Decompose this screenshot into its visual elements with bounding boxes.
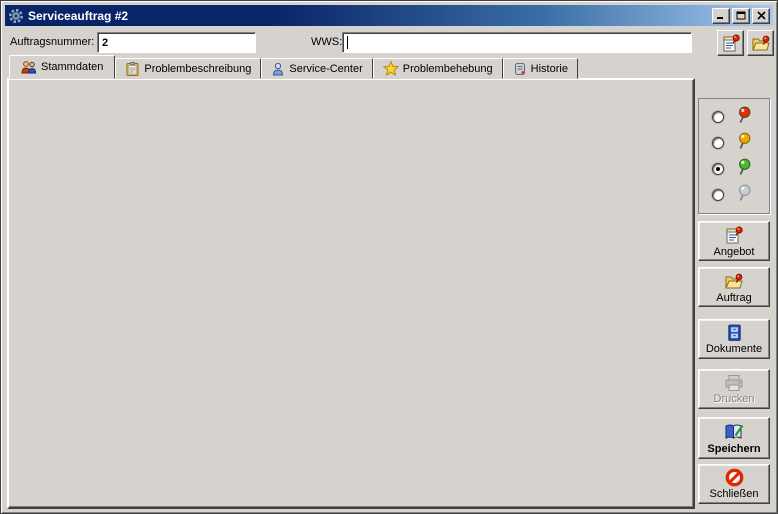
status-radio-yellow[interactable] (712, 137, 724, 149)
status-radio-gray[interactable] (712, 189, 724, 201)
tab-historie[interactable]: Historie (503, 58, 578, 79)
archive-cabinet-icon (726, 324, 743, 342)
pin-red-icon (737, 106, 752, 125)
tab-label: Historie (531, 63, 568, 75)
clipboard-icon (125, 62, 140, 76)
stammdaten-panel (7, 78, 695, 509)
gear-icon (8, 8, 24, 24)
drucken-label: Drucken (714, 393, 755, 405)
pin-gray-icon (737, 184, 752, 203)
note-pin-icon (721, 33, 741, 53)
tab-stammdaten[interactable]: Stammdaten (9, 55, 115, 79)
tab-label: Stammdaten (41, 61, 103, 73)
angebot-label: Angebot (714, 246, 755, 258)
pin-yellow-icon (737, 132, 752, 151)
star-icon (383, 61, 399, 76)
schliessen-button[interactable]: Schließen (698, 464, 770, 504)
text-caret (347, 36, 348, 49)
tab-label: Problembeschreibung (144, 63, 251, 75)
pin-green-icon (737, 158, 752, 177)
dokumente-button[interactable]: Dokumente (698, 319, 770, 359)
folder-pin-icon (751, 33, 771, 53)
titlebar: Serviceauftrag #2 (5, 5, 773, 26)
minimize-icon (716, 11, 726, 20)
auftragsnummer-label: Auftragsnummer: (10, 36, 94, 48)
minimize-button[interactable] (712, 8, 730, 24)
maximize-button[interactable] (732, 8, 750, 24)
drucken-button[interactable]: Drucken (698, 369, 770, 409)
save-book-icon (723, 422, 745, 442)
maximize-icon (736, 11, 746, 20)
status-radio-green[interactable] (712, 163, 724, 175)
wws-input[interactable] (342, 32, 692, 53)
status-groupbox (698, 98, 770, 214)
schliessen-label: Schließen (710, 488, 759, 500)
auftrag-label: Auftrag (716, 292, 751, 304)
auftragsnummer-input[interactable] (97, 32, 256, 53)
auftrag-button[interactable]: Auftrag (698, 267, 770, 307)
agent-icon (271, 62, 285, 76)
tab-label: Problembehebung (403, 63, 493, 75)
wws-label: WWS: (311, 36, 342, 48)
close-button[interactable] (752, 8, 770, 24)
cancel-icon (725, 468, 744, 487)
folder-pin-icon (724, 271, 744, 291)
new-offer-button[interactable] (717, 30, 744, 56)
tab-service-center[interactable]: Service-Center (261, 58, 372, 79)
tab-bar: Stammdaten Problembeschreibung Service-C… (9, 55, 578, 79)
note-pin-icon (724, 225, 744, 245)
people-icon (21, 60, 37, 74)
history-icon (513, 62, 527, 76)
dokumente-label: Dokumente (706, 343, 762, 355)
tab-problembeschreibung[interactable]: Problembeschreibung (115, 58, 261, 79)
speichern-button[interactable]: Speichern (698, 417, 770, 459)
angebot-button[interactable]: Angebot (698, 221, 770, 261)
speichern-label: Speichern (707, 443, 760, 455)
tab-label: Service-Center (289, 63, 362, 75)
close-icon (757, 11, 766, 20)
tab-problembehebung[interactable]: Problembehebung (373, 58, 503, 79)
window-title: Serviceauftrag #2 (28, 9, 710, 23)
printer-icon (724, 374, 744, 392)
service-order-window: Serviceauftrag #2 Auftragsnummer: WWS: (0, 0, 778, 514)
status-radio-red[interactable] (712, 111, 724, 123)
new-order-button[interactable] (747, 30, 774, 56)
